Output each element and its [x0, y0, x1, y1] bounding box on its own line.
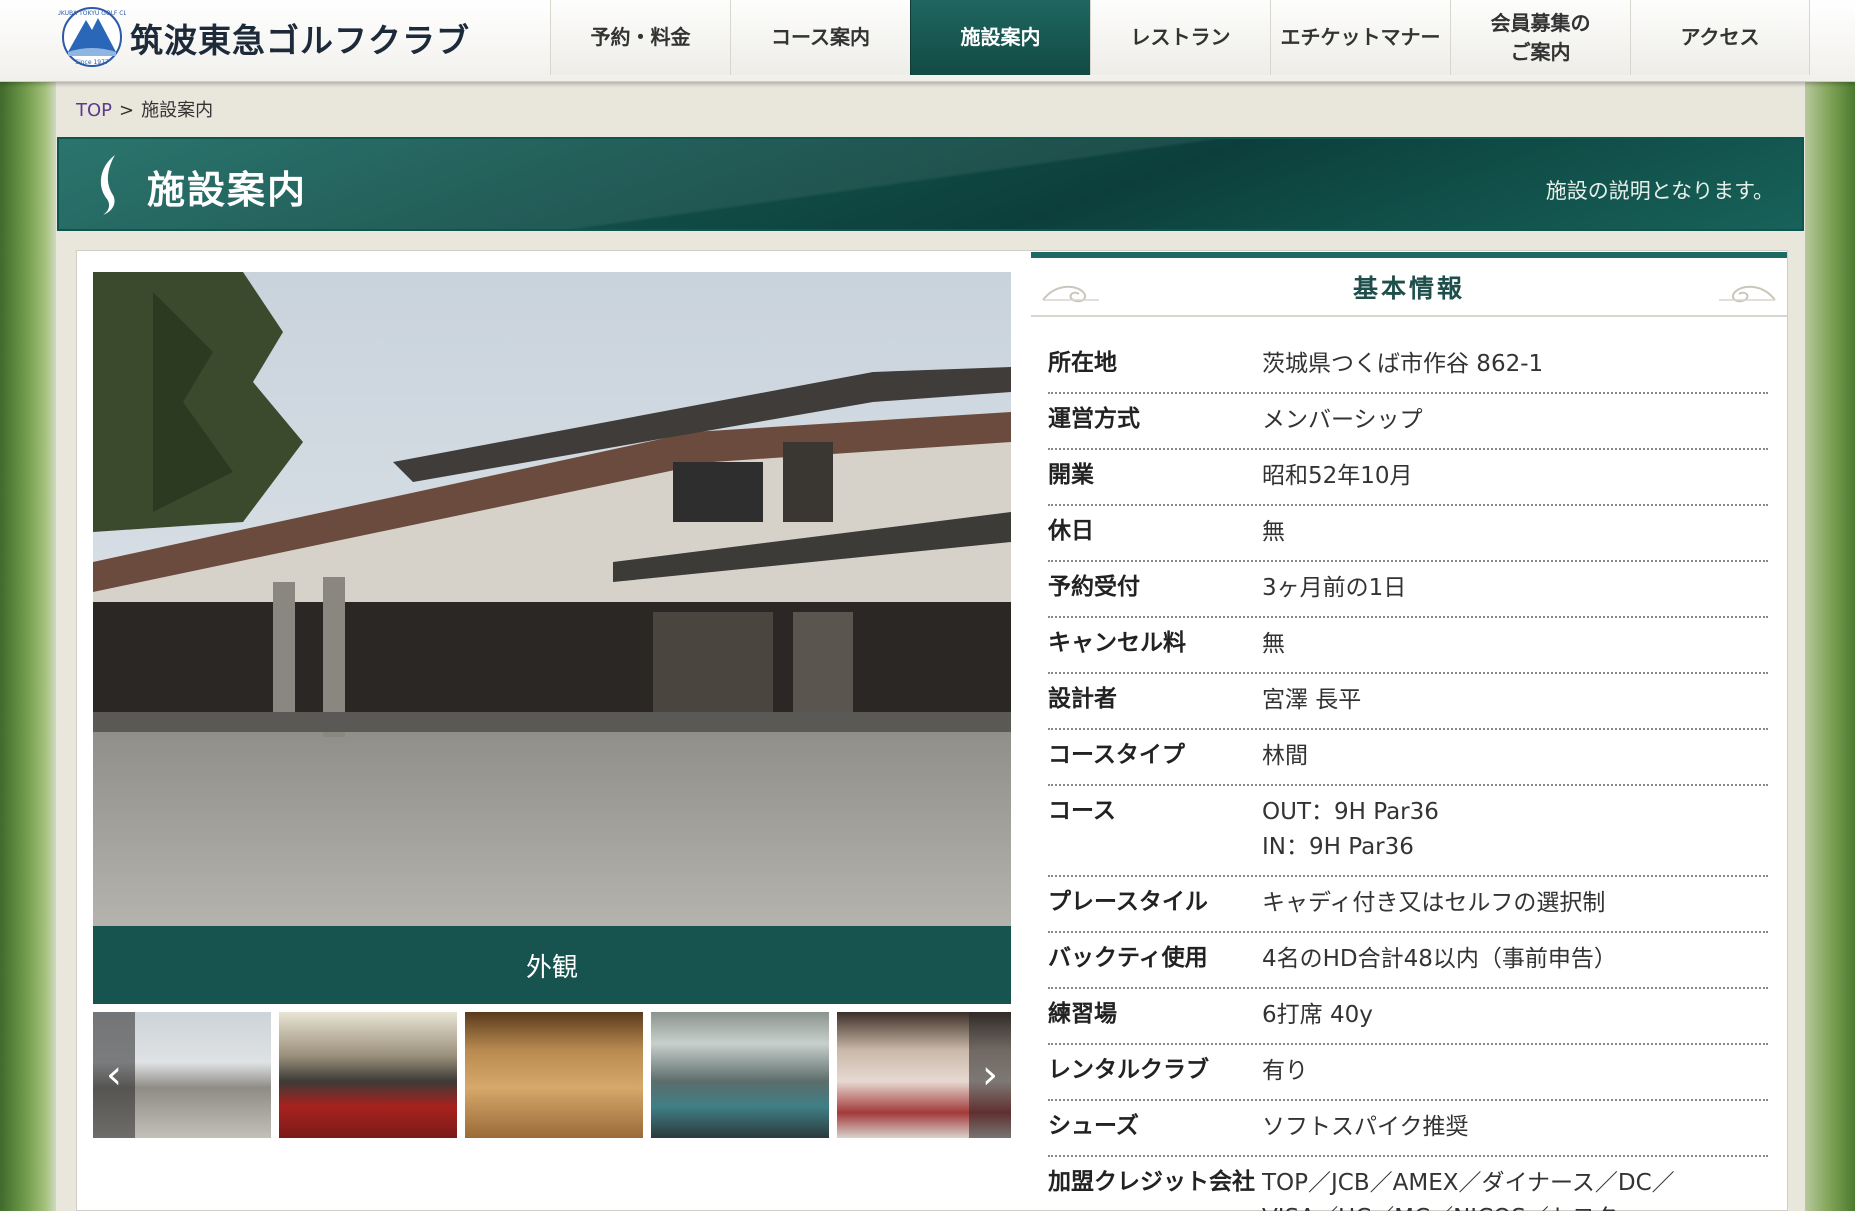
info-row: コース OUT：9H Par36 IN：9H Par36 [1048, 786, 1768, 877]
info-label: 加盟クレジット会社 [1048, 1169, 1255, 1195]
thumbnail-strip [93, 1012, 1011, 1138]
info-row: バックティ使用 4名のHD合計48以内（事前申告） [1048, 933, 1768, 989]
club-logo[interactable]: TSUKUBA TOKYU GOLF CLUB Since 1977 [58, 6, 126, 68]
info-value: 昭和52年10月 [1262, 459, 1768, 494]
info-value: 茨城県つくば市作谷 862-1 [1262, 347, 1768, 382]
site-name[interactable]: 筑波東急ゴルフクラブ [130, 14, 470, 62]
info-value-line: 茨城県つくば市作谷 862-1 [1262, 351, 1544, 377]
info-label: 開業 [1048, 462, 1094, 488]
nav-item-3[interactable]: 施設案内 [910, 0, 1090, 75]
info-label: 設計者 [1048, 686, 1117, 712]
info-row: 予約受付 3ヶ月前の1日 [1048, 562, 1768, 618]
info-label: バックティ使用 [1048, 945, 1208, 971]
info-value-line: 林間 [1262, 743, 1308, 769]
page-title: 施設案内 [147, 167, 308, 212]
page-subtitle: 施設の説明となります。 [1545, 179, 1774, 203]
info-row: 設計者 宮澤 長平 [1048, 674, 1768, 730]
info-value: 宮澤 長平 [1262, 683, 1768, 718]
nav-item-5[interactable]: エチケットマナー [1270, 0, 1450, 75]
info-label: 所在地 [1048, 350, 1117, 376]
info-label: 休日 [1048, 518, 1094, 544]
info-value: TOP／JCB／AMEX／ダイナース／DC／ VISA／UC／MC／NICOS／ト… [1262, 1166, 1768, 1211]
info-value-line: 4名のHD合計48以内（事前申告） [1262, 946, 1617, 972]
info-value-line: 3ヶ月前の1日 [1262, 575, 1407, 601]
info-heading-label: 基本情報 [1352, 273, 1465, 303]
nav-item-6[interactable]: 会員募集の ご案内 [1450, 0, 1630, 75]
nav-item-4[interactable]: レストラン [1090, 0, 1270, 75]
info-value-line: OUT：9H Par36 [1262, 799, 1439, 825]
info-row: 運営方式 メンバーシップ [1048, 394, 1768, 450]
info-label: 練習場 [1048, 1001, 1117, 1027]
info-value: 無 [1262, 627, 1768, 662]
main-photo [93, 272, 1011, 926]
info-value: メンバーシップ [1262, 403, 1768, 438]
info-label: レンタルクラブ [1048, 1057, 1209, 1083]
info-value-line: 6打席 40y [1262, 1002, 1373, 1028]
info-value: OUT：9H Par36 IN：9H Par36 [1262, 795, 1768, 865]
gallery-next-button[interactable]: › [969, 1012, 1011, 1138]
info-value: 林間 [1262, 739, 1768, 774]
info-label: コース [1048, 798, 1116, 824]
swirl-icon [100, 155, 115, 215]
gallery-prev-button[interactable]: ‹ [93, 1012, 135, 1138]
thumbnail-locker-room[interactable] [465, 1012, 643, 1138]
nav-item-7[interactable]: アクセス [1630, 0, 1810, 75]
flourish-right-icon [1719, 285, 1776, 303]
info-value-line: VISA／UC／MC／NICOS／トヨタ [1262, 1201, 1768, 1211]
info-value-line: ソフトスパイク推奨 [1262, 1114, 1469, 1140]
thumbnail-lounge[interactable] [279, 1012, 457, 1138]
nav-item-2[interactable]: コース案内 [730, 0, 910, 75]
main-nav: 予約・料金 コース案内 施設案内 レストラン エチケットマナー 会員募集の ご案内 アクセス [550, 0, 1810, 75]
info-row: 休日 無 [1048, 506, 1768, 562]
info-value-line: 無 [1262, 519, 1285, 545]
svg-text:TSUKUBA TOKYU GOLF CLUB: TSUKUBA TOKYU GOLF CLUB [58, 10, 126, 17]
info-value: 有り [1262, 1054, 1768, 1089]
info-row: 所在地 茨城県つくば市作谷 862-1 [1048, 338, 1768, 394]
flourish-left-icon [1042, 285, 1099, 303]
breadcrumb: TOP > 施設案内 [76, 96, 213, 122]
info-table: 所在地 茨城県つくば市作谷 862-1 運営方式 メンバーシップ開業 昭和52年10月休… [1048, 338, 1768, 1211]
info-row: コースタイプ 林間 [1048, 730, 1768, 786]
info-row: キャンセル料 無 [1048, 618, 1768, 674]
info-value-line: キャディ付き又はセルフの選択制 [1262, 890, 1606, 916]
breadcrumb-current: 施設案内 [141, 100, 214, 121]
photo-caption: 外観 [93, 926, 1011, 1004]
info-row: レンタルクラブ 有り [1048, 1045, 1768, 1101]
info-row: 練習場 6打席 40y [1048, 989, 1768, 1045]
info-value-line: メンバーシップ [1262, 407, 1423, 433]
info-value-line: 昭和52年10月 [1262, 463, 1413, 489]
site-header: TSUKUBA TOKYU GOLF CLUB Since 1977 筑波東急ゴ… [0, 0, 1855, 82]
info-value: キャディ付き又はセルフの選択制 [1262, 886, 1768, 921]
thumbnail-bath[interactable] [651, 1012, 829, 1138]
info-value: ソフトスパイク推奨 [1262, 1110, 1768, 1145]
clubhouse-exterior-image [93, 272, 1011, 926]
info-value: 6打席 40y [1262, 998, 1768, 1033]
info-value-line: 有り [1262, 1058, 1308, 1084]
info-value-line: TOP／JCB／AMEX／ダイナース／DC／ [1262, 1170, 1675, 1196]
info-row: 開業 昭和52年10月 [1048, 450, 1768, 506]
info-value-line: IN：9H Par36 [1262, 834, 1414, 860]
info-value-line: 宮澤 長平 [1262, 687, 1362, 713]
info-value: 3ヶ月前の1日 [1262, 571, 1768, 606]
svg-text:Since 1977: Since 1977 [75, 59, 109, 66]
info-heading: 基本情報 [1031, 252, 1787, 317]
info-value-line: 無 [1262, 631, 1285, 657]
info-label: 運営方式 [1048, 406, 1140, 432]
page-banner: 施設案内 施設の説明となります。 [57, 137, 1804, 231]
breadcrumb-home-link[interactable]: TOP [76, 100, 112, 121]
info-value: 4名のHD合計48以内（事前申告） [1262, 942, 1768, 977]
info-value: 無 [1262, 515, 1768, 550]
info-row: シューズ ソフトスパイク推奨 [1048, 1101, 1768, 1157]
info-label: キャンセル料 [1048, 630, 1186, 656]
nav-item-1[interactable]: 予約・料金 [550, 0, 730, 75]
breadcrumb-separator: > [119, 100, 135, 121]
info-label: 予約受付 [1048, 574, 1140, 600]
info-row: プレースタイル キャディ付き又はセルフの選択制 [1048, 877, 1768, 933]
info-label: プレースタイル [1048, 889, 1208, 915]
info-label: コースタイプ [1048, 742, 1185, 768]
info-row: 加盟クレジット会社 TOP／JCB／AMEX／ダイナース／DC／ VISA／UC／M… [1048, 1157, 1768, 1211]
info-label: シューズ [1048, 1113, 1139, 1139]
